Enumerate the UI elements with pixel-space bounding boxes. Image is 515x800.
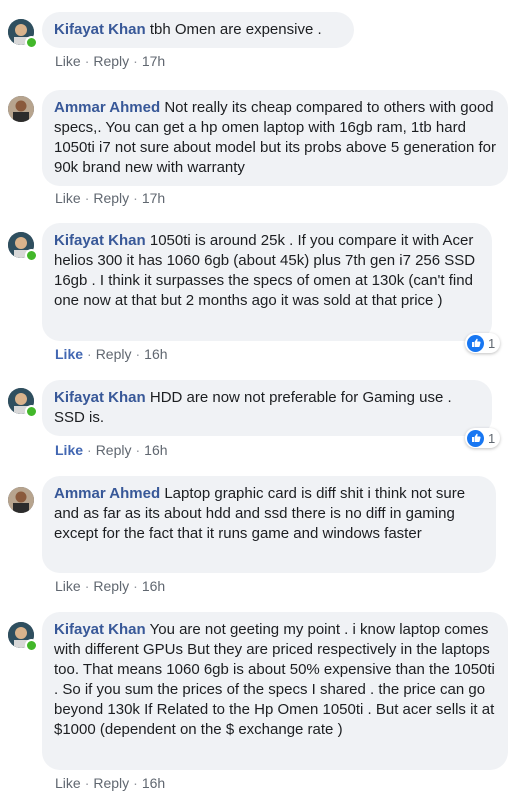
reply-link[interactable]: Reply [93, 190, 129, 206]
comment-author[interactable]: Kifayat Khan [54, 621, 146, 638]
comment-timestamp[interactable]: 16h [142, 578, 165, 594]
comment-actions: Like · Reply · 16h [55, 346, 168, 362]
reply-link[interactable]: Reply [93, 53, 129, 69]
comment-actions: Like · Reply · 16h [55, 775, 166, 791]
comment-author[interactable]: Kifayat Khan [54, 389, 146, 406]
comment-bubble: Ammar Ahmed Laptop graphic card is diff … [42, 476, 496, 573]
comment-bubble: Kifayat Khan 1050ti is around 25k . If y… [42, 223, 492, 341]
comment-author[interactable]: Kifayat Khan [54, 232, 146, 249]
reply-link[interactable]: Reply [93, 775, 129, 791]
comment-actions: Like · Reply · 17h [55, 53, 166, 69]
comment-bubble: Kifayat Khan You are not geeting my poin… [42, 612, 508, 770]
like-link[interactable]: Like [55, 53, 81, 69]
comment-actions: Like · Reply · 17h [55, 190, 166, 206]
reaction-count[interactable]: 1 [465, 428, 501, 448]
comment-timestamp[interactable]: 17h [142, 53, 165, 69]
online-status-icon [25, 639, 38, 652]
like-reaction-icon [467, 429, 484, 447]
comment-actions: Like · Reply · 16h [55, 578, 166, 594]
comment-timestamp[interactable]: 16h [142, 775, 165, 791]
online-status-icon [25, 249, 38, 262]
like-reaction-icon [467, 334, 484, 352]
comment-text: You are not geeting my point . i know la… [54, 621, 495, 738]
reaction-count[interactable]: 1 [465, 333, 501, 353]
comment-bubble: Kifayat Khan HDD are now not preferable … [42, 380, 492, 436]
comment-bubble: Kifayat Khan tbh Omen are expensive . [42, 12, 354, 48]
comment-text: tbh Omen are expensive . [149, 21, 322, 38]
avatar[interactable] [8, 96, 34, 122]
like-link[interactable]: Like [55, 190, 81, 206]
comment-author[interactable]: Ammar Ahmed [54, 485, 160, 502]
comment-author[interactable]: Kifayat Khan [54, 21, 146, 38]
reply-link[interactable]: Reply [96, 346, 132, 362]
comment-actions: Like · Reply · 16h [55, 442, 168, 458]
online-status-icon [25, 405, 38, 418]
like-link[interactable]: Like [55, 346, 83, 362]
like-link[interactable]: Like [55, 578, 81, 594]
avatar[interactable] [8, 487, 34, 513]
like-link[interactable]: Like [55, 775, 81, 791]
comment-timestamp[interactable]: 16h [144, 346, 167, 362]
reply-link[interactable]: Reply [93, 578, 129, 594]
reaction-number: 1 [488, 335, 496, 351]
comment-timestamp[interactable]: 17h [142, 190, 165, 206]
like-link[interactable]: Like [55, 442, 83, 458]
reaction-number: 1 [488, 430, 496, 446]
online-status-icon [25, 36, 38, 49]
comment-timestamp[interactable]: 16h [144, 442, 167, 458]
reply-link[interactable]: Reply [96, 442, 132, 458]
comment-author[interactable]: Ammar Ahmed [54, 99, 160, 116]
comment-bubble: Ammar Ahmed Not really its cheap compare… [42, 90, 508, 186]
